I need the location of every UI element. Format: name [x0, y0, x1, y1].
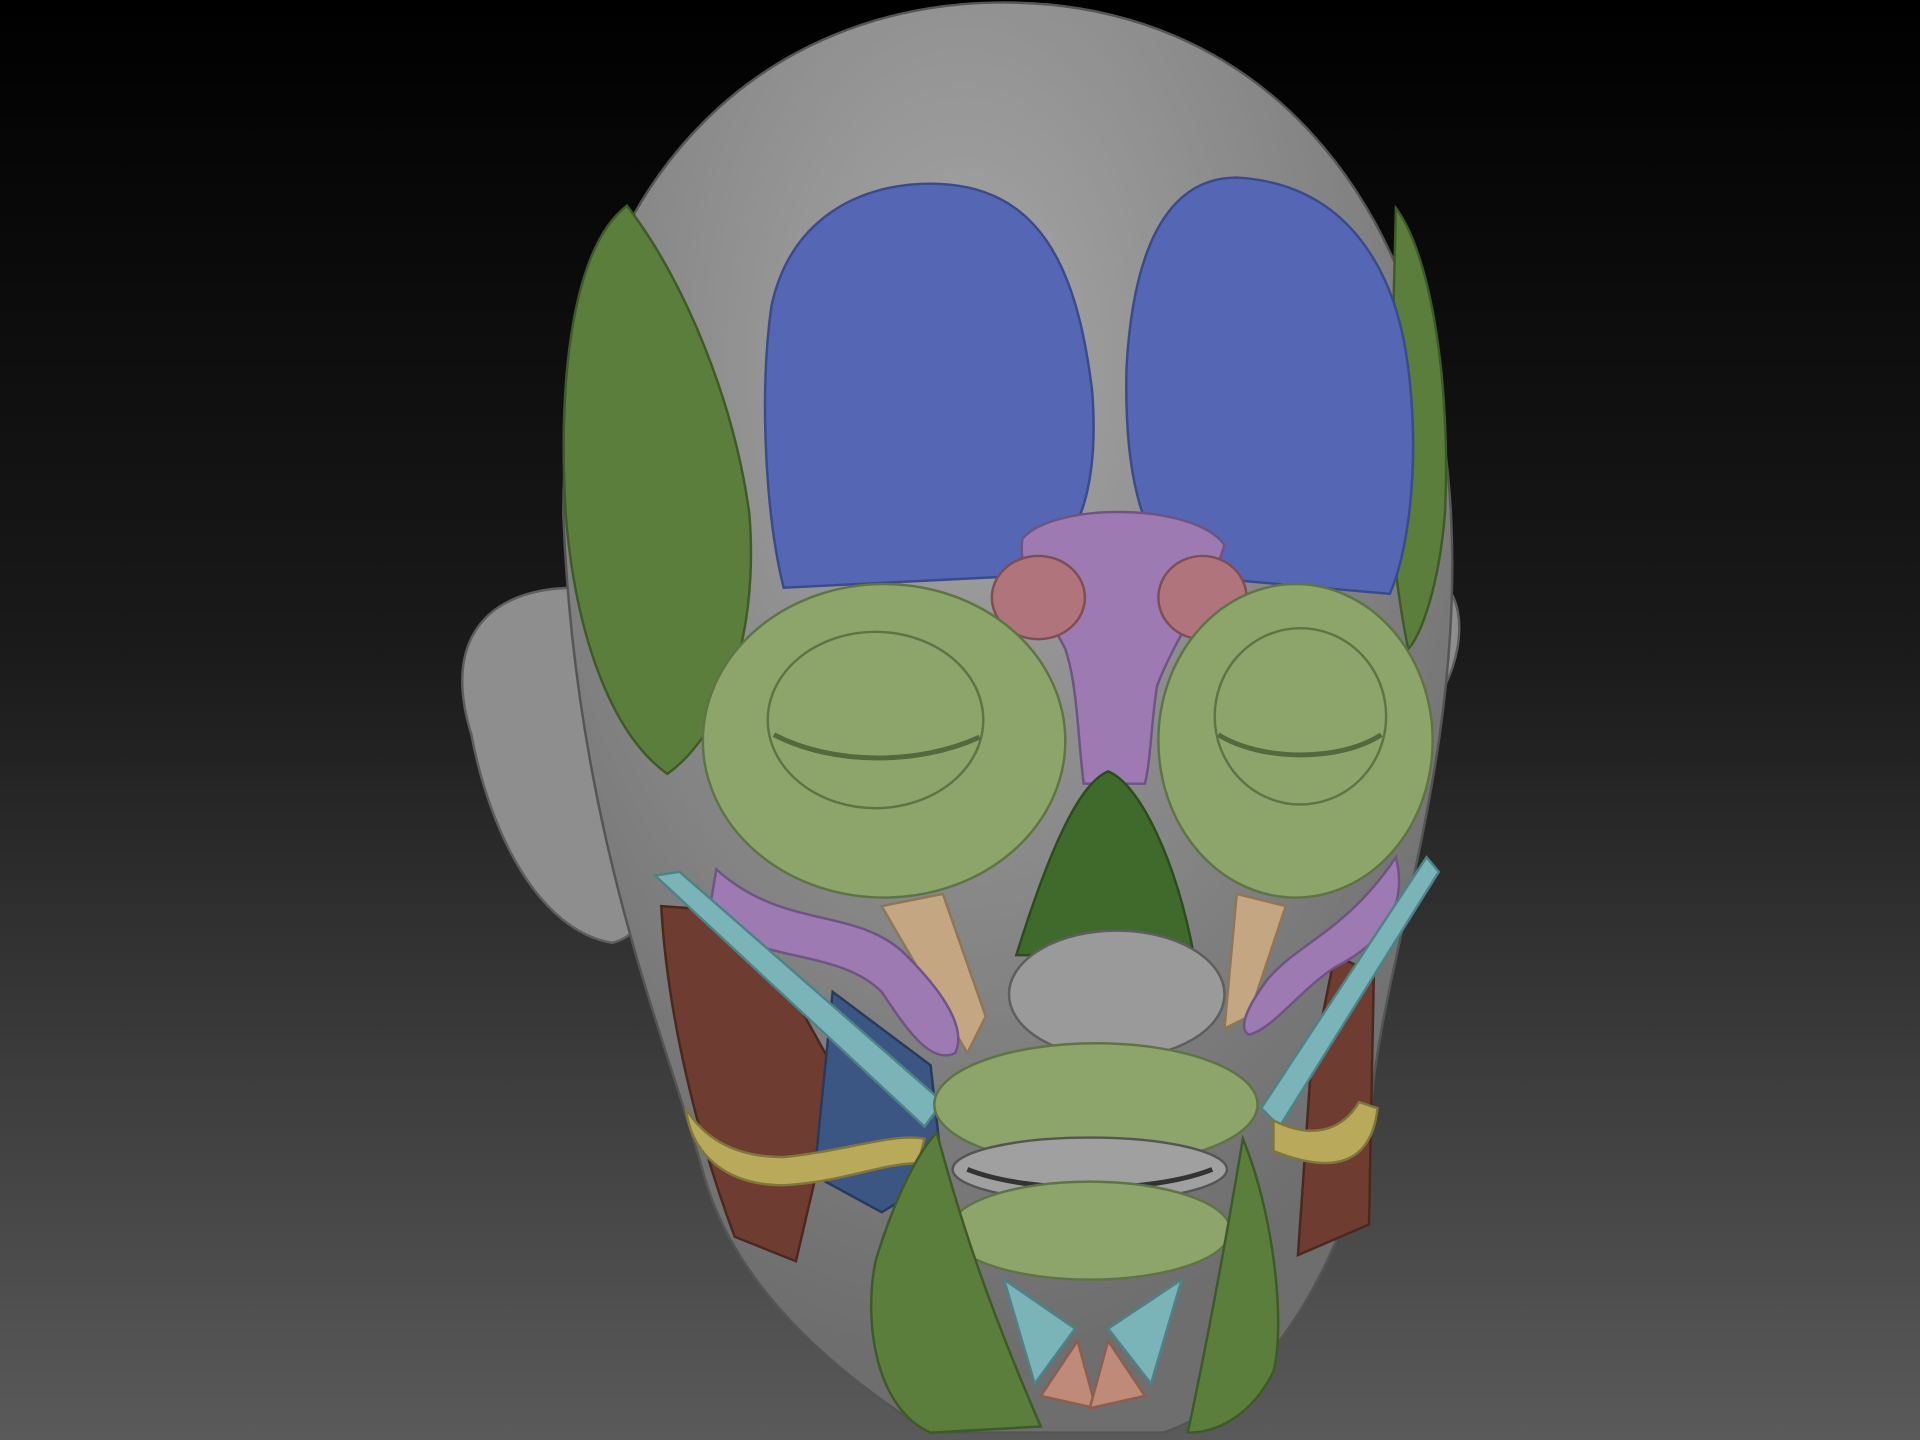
nose-tip	[1007, 929, 1226, 1060]
lower-lip-muscle	[947, 1180, 1232, 1281]
right-eyelid	[1213, 626, 1388, 806]
left-eyelid	[766, 630, 985, 810]
head-muscle-render	[0, 0, 1920, 1440]
